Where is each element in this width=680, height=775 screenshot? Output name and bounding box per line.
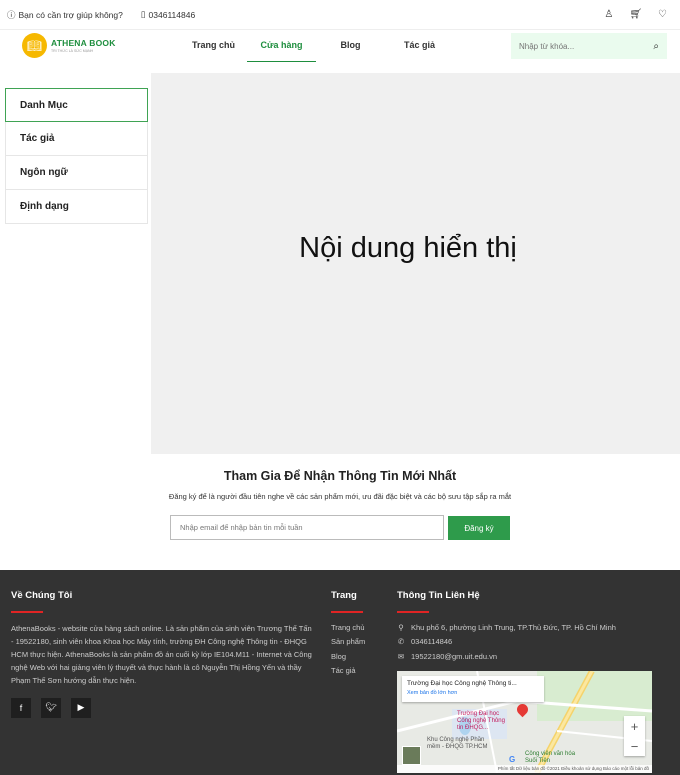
footer: Về Chúng Tôi AthenaBooks - website cửa h… [0,570,680,775]
map-label-university: Trường Đại học Công nghệ Thông tin ĐHQG.… [457,711,505,731]
nav-authors[interactable]: Tác giả [385,30,454,62]
footer-link-authors[interactable]: Tác giả [331,664,391,679]
content-placeholder: Nội dung hiển thị [299,232,517,264]
footer-link-blog[interactable]: Blog [331,650,391,665]
contact-phone: ✆ 0346114846 [397,635,667,650]
nav-blog[interactable]: Blog [316,30,385,62]
category-sidebar: Danh Mục Tác giả Ngôn ngữ Định dạng [5,88,148,224]
twitter-icon[interactable]: 🐦︎ [41,697,61,718]
search-icon[interactable]: ⌕ [653,41,659,52]
envelope-icon: ✉ [397,651,405,661]
title-underline [331,611,363,613]
contact-address-text: Khu phố 6, phường Linh Trung, TP.Thủ Đức… [411,622,616,632]
sidebar-item-authors[interactable]: Tác giả [5,122,148,156]
location-icon: ⚲ [398,622,404,632]
youtube-icon[interactable]: ▶ [71,697,91,718]
newsletter-email-input[interactable]: Nhập email để nhập bản tin mỗi tuần [170,515,444,540]
phone-text: 0346114846 [148,9,196,20]
top-icons: ♙ 🛒︎ ♡ [604,9,673,20]
newsletter-section: Tham Gia Để Nhận Thông Tin Mới Nhất Đăng… [0,454,680,570]
map-card-title: Trường Đại học Công nghệ Thông ti... [407,680,517,687]
footer-contact-title: Thông Tin Liên Hệ [397,590,480,601]
contact-phone-text: 0346114846 [411,637,453,646]
contact-email-text: 19522180@gm.uit.edu.vn [411,651,498,661]
footer-about: Về Chúng Tôi AthenaBooks - website cửa h… [11,590,316,718]
newsletter-title: Tham Gia Để Nhận Thông Tin Mới Nhất [223,469,457,483]
newsletter-description: Đăng ký để là người đầu tiên nghe về các… [168,492,512,501]
contact-email: ✉ 19522180@gm.uit.edu.vn [397,650,667,665]
map-zoom-controls: + − [624,716,645,756]
facebook-icon[interactable]: f [11,697,31,718]
phone-icon: ✆ [397,637,405,646]
logo-name: ATHENA BOOK [51,38,116,48]
top-bar: ⓘ Bạn có cần trợ giúp không? ▯ 034611484… [0,0,680,30]
zoom-out-icon[interactable]: − [631,739,639,754]
user-icon[interactable]: ♙ [604,9,613,20]
zoom-in-icon[interactable]: + [631,719,639,734]
help-text: Bạn có cần trợ giúp không? [18,9,123,20]
embedded-map[interactable]: Trường Đại học Công nghệ Thông tin ĐHQG.… [397,671,652,773]
footer-pages: Trang Trang chủ Sản phẩm Blog Tác giả [331,590,391,679]
sidebar-item-formats[interactable]: Định dạng [5,190,148,224]
footer-link-home[interactable]: Trang chủ [331,621,391,636]
sidebar-item-languages[interactable]: Ngôn ngữ [5,156,148,190]
map-attribution: Phím tắt Dữ liệu bản đồ ©2021 Điều khoản… [397,765,652,773]
social-links: f 🐦︎ ▶ [11,697,316,718]
title-underline [11,611,43,613]
footer-about-title: Về Chúng Tôi [11,590,73,601]
content-panel: Nội dung hiển thị [151,73,680,454]
nav-home[interactable]: Trang chủ [180,30,247,62]
cart-icon[interactable]: 🛒︎ [629,9,642,20]
nav-shop[interactable]: Cửa hàng [247,30,316,62]
footer-pages-title: Trang [331,590,357,601]
phone-link[interactable]: ▯ 0346114846 [141,9,195,20]
contact-address: ⚲ Khu phố 6, phường Linh Trung, TP.Thủ Đ… [397,621,667,636]
search-box: ⌕ [511,33,667,59]
help-icon: ⓘ [7,9,16,20]
main-header: 📖︎ ATHENA BOOK TRI THỨC LÀ SỨC MẠNH Tran… [0,30,680,62]
logo-tagline: TRI THỨC LÀ SỨC MẠNH [51,49,94,53]
google-logo: G [509,755,516,764]
heart-icon[interactable]: ♡ [658,9,667,20]
footer-about-text: AthenaBooks - website cửa hàng sách onli… [11,623,312,685]
footer-link-products[interactable]: Sản phẩm [331,635,391,650]
map-info-card: Trường Đại học Công nghệ Thông ti... Xem… [402,676,544,702]
footer-contact: Thông Tin Liên Hệ ⚲ Khu phố 6, phường Li… [397,590,667,664]
help-link[interactable]: ⓘ Bạn có cần trợ giúp không? [7,9,123,21]
map-view-larger-link[interactable]: Xem bản đồ lớn hơn [407,690,539,696]
title-underline [397,611,429,613]
sidebar-item-categories[interactable]: Danh Mục [5,88,148,122]
main-nav: Trang chủ Cửa hàng Blog Tác giả [180,30,454,62]
map-label-software-park: Khu Công nghệ Phần mềm - ĐHQG TP.HCM [427,737,488,750]
book-logo-icon: 📖︎ [22,33,47,58]
map-label-park: Công viên văn hóa Suối Tiên [525,751,576,764]
phone-icon: ▯ [140,9,146,19]
map-satellite-toggle[interactable] [402,746,421,765]
search-input[interactable] [519,41,654,51]
logo[interactable]: 📖︎ ATHENA BOOK TRI THỨC LÀ SỨC MẠNH [22,33,116,58]
subscribe-button[interactable]: Đăng ký [448,516,510,540]
